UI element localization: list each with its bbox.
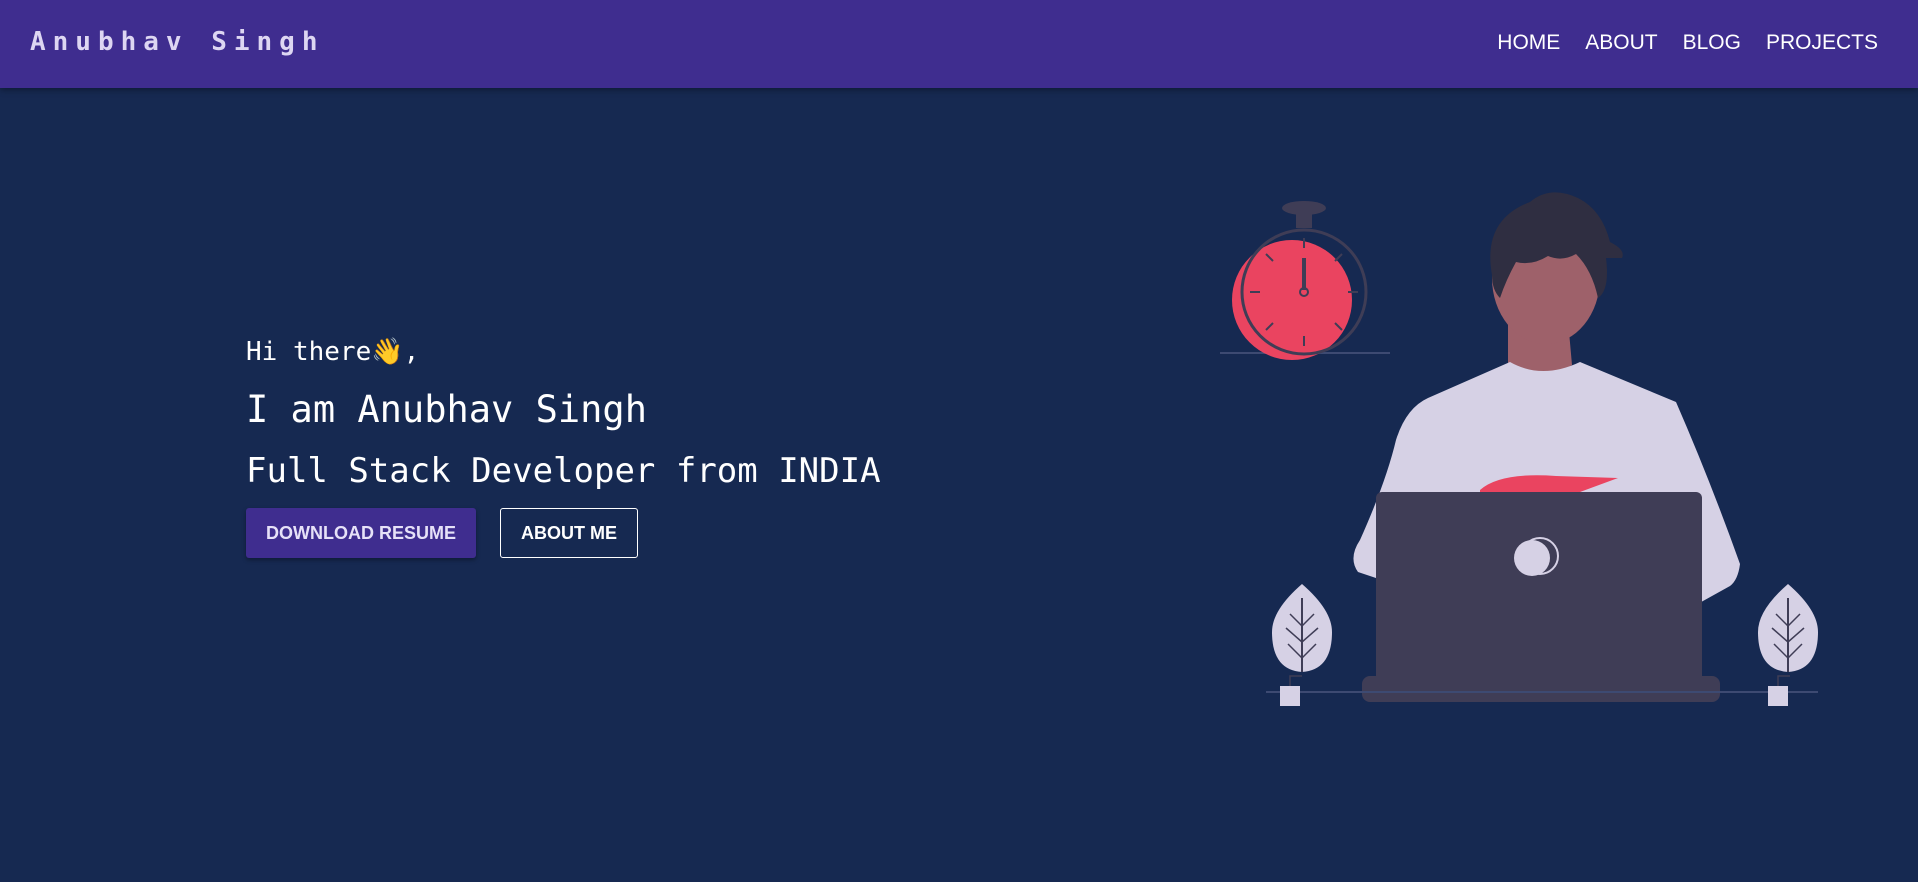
hero-headline: I am Anubhav Singh <box>246 388 647 431</box>
about-me-button[interactable]: ABOUT ME <box>500 508 638 558</box>
top-navbar: Anubhav Singh HOME ABOUT BLOG PROJECTS <box>0 0 1918 88</box>
brand-logo-text[interactable]: Anubhav Singh <box>30 26 325 58</box>
developer-with-laptop-illustration <box>1220 192 1818 706</box>
nav-link-about[interactable]: ABOUT <box>1585 28 1657 58</box>
hero-section: Hi there👋, I am Anubhav Singh Full Stack… <box>246 332 946 558</box>
hero-subheadline: Full Stack Developer from INDIA <box>246 451 881 491</box>
nav-link-home[interactable]: HOME <box>1497 28 1560 58</box>
download-resume-button[interactable]: DOWNLOAD RESUME <box>246 508 476 558</box>
nav-link-projects[interactable]: PROJECTS <box>1766 28 1878 58</box>
left-plant-icon <box>1272 584 1332 706</box>
hero-buttons: DOWNLOAD RESUME ABOUT ME <box>246 508 946 558</box>
nav-link-blog[interactable]: BLOG <box>1683 28 1741 58</box>
hero-greeting: Hi there👋, <box>246 337 420 367</box>
laptop-icon <box>1362 492 1720 702</box>
nav-links: HOME ABOUT BLOG PROJECTS <box>1497 28 1878 58</box>
stopwatch-icon <box>1220 201 1390 360</box>
right-plant-icon <box>1758 584 1818 706</box>
developer-illustration <box>1210 180 1830 720</box>
